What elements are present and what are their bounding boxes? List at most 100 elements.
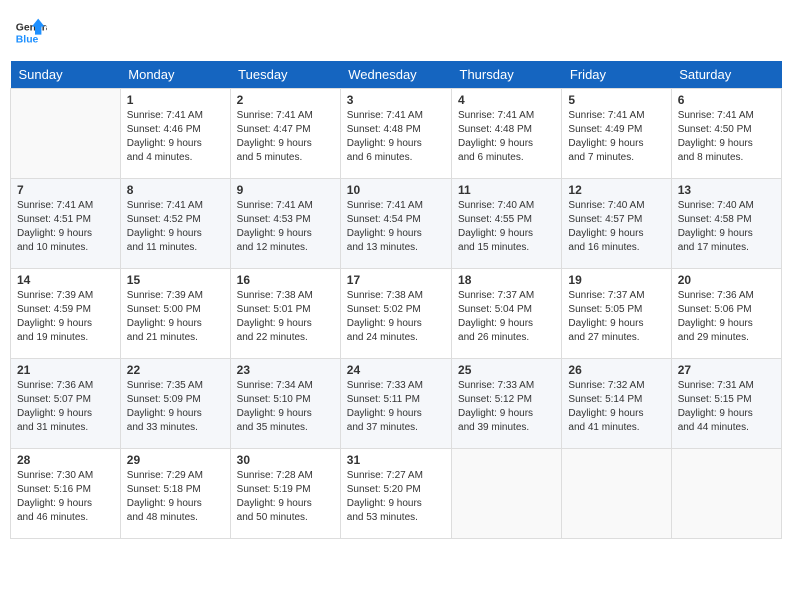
day-number: 22 [127,363,224,377]
calendar-cell: 16 Sunrise: 7:38 AMSunset: 5:01 PMDayligh… [230,269,340,359]
day-number: 27 [678,363,775,377]
day-header-tuesday: Tuesday [230,61,340,89]
day-number: 7 [17,183,114,197]
day-number: 26 [568,363,664,377]
calendar-cell: 20 Sunrise: 7:36 AMSunset: 5:06 PMDayligh… [671,269,781,359]
calendar-cell [562,449,671,539]
calendar-cell: 26 Sunrise: 7:32 AMSunset: 5:14 PMDayligh… [562,359,671,449]
day-info: Sunrise: 7:40 AMSunset: 4:58 PMDaylight:… [678,199,775,255]
calendar-cell: 23 Sunrise: 7:34 AMSunset: 5:10 PMDayligh… [230,359,340,449]
week-row-2: 7Sunrise: 7:41 AMSunset: 4:51 PMDaylight… [11,179,782,269]
day-info: Sunrise: 7:40 AMSunset: 4:57 PMDaylight:… [568,199,664,255]
day-number: 31 [347,453,445,467]
calendar-cell: 2Sunrise: 7:41 AMSunset: 4:47 PMDaylight… [230,89,340,179]
day-info: Sunrise: 7:41 AMSunset: 4:52 PMDaylight:… [127,199,224,255]
day-info: Sunrise: 7:40 AMSunset: 4:55 PMDaylight:… [458,199,555,255]
calendar-cell: 18 Sunrise: 7:37 AMSunset: 5:04 PMDayligh… [452,269,562,359]
day-number: 21 [17,363,114,377]
day-info: Sunrise: 7:41 AMSunset: 4:50 PMDaylight:… [678,109,775,165]
day-number: 17 [347,273,445,287]
calendar-cell: 1Sunrise: 7:41 AMSunset: 4:46 PMDaylight… [120,89,230,179]
day-number: 16 [237,273,334,287]
day-info: Sunrise: 7:32 AMSunset: 5:14 PMDaylight:… [568,379,664,435]
day-info: Sunrise: 7:30 AMSunset: 5:16 PMDaylight:… [17,469,114,525]
calendar-cell [671,449,781,539]
day-number: 5 [568,93,664,107]
day-info: Sunrise: 7:28 AMSunset: 5:19 PMDaylight:… [237,469,334,525]
day-number: 30 [237,453,334,467]
calendar-cell: 5 Sunrise: 7:41 AMSunset: 4:49 PMDaylight… [562,89,671,179]
day-info: Sunrise: 7:41 AMSunset: 4:48 PMDaylight:… [347,109,445,165]
day-number: 20 [678,273,775,287]
header: General Blue [10,10,782,51]
day-number: 14 [17,273,114,287]
day-info: Sunrise: 7:36 AMSunset: 5:06 PMDaylight:… [678,289,775,345]
day-header-sunday: Sunday [11,61,121,89]
day-number: 24 [347,363,445,377]
calendar-cell: 6 Sunrise: 7:41 AMSunset: 4:50 PMDaylight… [671,89,781,179]
day-number: 23 [237,363,334,377]
day-number: 15 [127,273,224,287]
calendar-cell [452,449,562,539]
calendar-cell: 3 Sunrise: 7:41 AMSunset: 4:48 PMDaylight… [340,89,451,179]
day-info: Sunrise: 7:41 AMSunset: 4:48 PMDaylight:… [458,109,555,165]
calendar-cell: 27 Sunrise: 7:31 AMSunset: 5:15 PMDayligh… [671,359,781,449]
day-info: Sunrise: 7:38 AMSunset: 5:01 PMDaylight:… [237,289,334,345]
week-row-4: 21 Sunrise: 7:36 AMSunset: 5:07 PMDayligh… [11,359,782,449]
day-header-thursday: Thursday [452,61,562,89]
day-info: Sunrise: 7:41 AMSunset: 4:53 PMDaylight:… [237,199,334,255]
day-header-friday: Friday [562,61,671,89]
svg-text:Blue: Blue [16,35,39,46]
calendar-cell: 10Sunrise: 7:41 AMSunset: 4:54 PMDayligh… [340,179,451,269]
day-number: 11 [458,183,555,197]
day-info: Sunrise: 7:36 AMSunset: 5:07 PMDaylight:… [17,379,114,435]
calendar-cell: 12 Sunrise: 7:40 AMSunset: 4:57 PMDayligh… [562,179,671,269]
day-info: Sunrise: 7:29 AMSunset: 5:18 PMDaylight:… [127,469,224,525]
day-number: 2 [237,93,334,107]
calendar-cell: 11 Sunrise: 7:40 AMSunset: 4:55 PMDayligh… [452,179,562,269]
calendar-table: SundayMondayTuesdayWednesdayThursdayFrid… [10,61,782,539]
day-info: Sunrise: 7:33 AMSunset: 5:11 PMDaylight:… [347,379,445,435]
day-number: 29 [127,453,224,467]
calendar-cell: 24 Sunrise: 7:33 AMSunset: 5:11 PMDayligh… [340,359,451,449]
calendar-cell: 29 Sunrise: 7:29 AMSunset: 5:18 PMDayligh… [120,449,230,539]
calendar-cell: 19Sunrise: 7:37 AMSunset: 5:05 PMDayligh… [562,269,671,359]
day-number: 3 [347,93,445,107]
day-number: 12 [568,183,664,197]
calendar-cell: 13 Sunrise: 7:40 AMSunset: 4:58 PMDayligh… [671,179,781,269]
calendar-cell: 21 Sunrise: 7:36 AMSunset: 5:07 PMDayligh… [11,359,121,449]
calendar-cell [11,89,121,179]
day-info: Sunrise: 7:27 AMSunset: 5:20 PMDaylight:… [347,469,445,525]
day-info: Sunrise: 7:31 AMSunset: 5:15 PMDaylight:… [678,379,775,435]
day-number: 10 [347,183,445,197]
logo: General Blue [15,15,47,51]
day-headers-row: SundayMondayTuesdayWednesdayThursdayFrid… [11,61,782,89]
day-number: 13 [678,183,775,197]
day-number: 19 [568,273,664,287]
day-number: 4 [458,93,555,107]
calendar-cell: 4 Sunrise: 7:41 AMSunset: 4:48 PMDaylight… [452,89,562,179]
day-number: 1 [127,93,224,107]
week-row-5: 28 Sunrise: 7:30 AMSunset: 5:16 PMDayligh… [11,449,782,539]
day-number: 28 [17,453,114,467]
day-info: Sunrise: 7:37 AMSunset: 5:04 PMDaylight:… [458,289,555,345]
day-number: 8 [127,183,224,197]
day-number: 6 [678,93,775,107]
day-number: 9 [237,183,334,197]
day-info: Sunrise: 7:38 AMSunset: 5:02 PMDaylight:… [347,289,445,345]
day-header-saturday: Saturday [671,61,781,89]
day-info: Sunrise: 7:41 AMSunset: 4:49 PMDaylight:… [568,109,664,165]
day-number: 25 [458,363,555,377]
day-info: Sunrise: 7:34 AMSunset: 5:10 PMDaylight:… [237,379,334,435]
day-info: Sunrise: 7:35 AMSunset: 5:09 PMDaylight:… [127,379,224,435]
calendar-cell: 28 Sunrise: 7:30 AMSunset: 5:16 PMDayligh… [11,449,121,539]
day-number: 18 [458,273,555,287]
week-row-1: 1Sunrise: 7:41 AMSunset: 4:46 PMDaylight… [11,89,782,179]
day-info: Sunrise: 7:33 AMSunset: 5:12 PMDaylight:… [458,379,555,435]
calendar-cell: 22 Sunrise: 7:35 AMSunset: 5:09 PMDayligh… [120,359,230,449]
week-row-3: 14Sunrise: 7:39 AMSunset: 4:59 PMDayligh… [11,269,782,359]
calendar-cell: 30 Sunrise: 7:28 AMSunset: 5:19 PMDayligh… [230,449,340,539]
calendar-cell: 8 Sunrise: 7:41 AMSunset: 4:52 PMDaylight… [120,179,230,269]
calendar-cell: 17 Sunrise: 7:38 AMSunset: 5:02 PMDayligh… [340,269,451,359]
calendar-cell: 14Sunrise: 7:39 AMSunset: 4:59 PMDayligh… [11,269,121,359]
